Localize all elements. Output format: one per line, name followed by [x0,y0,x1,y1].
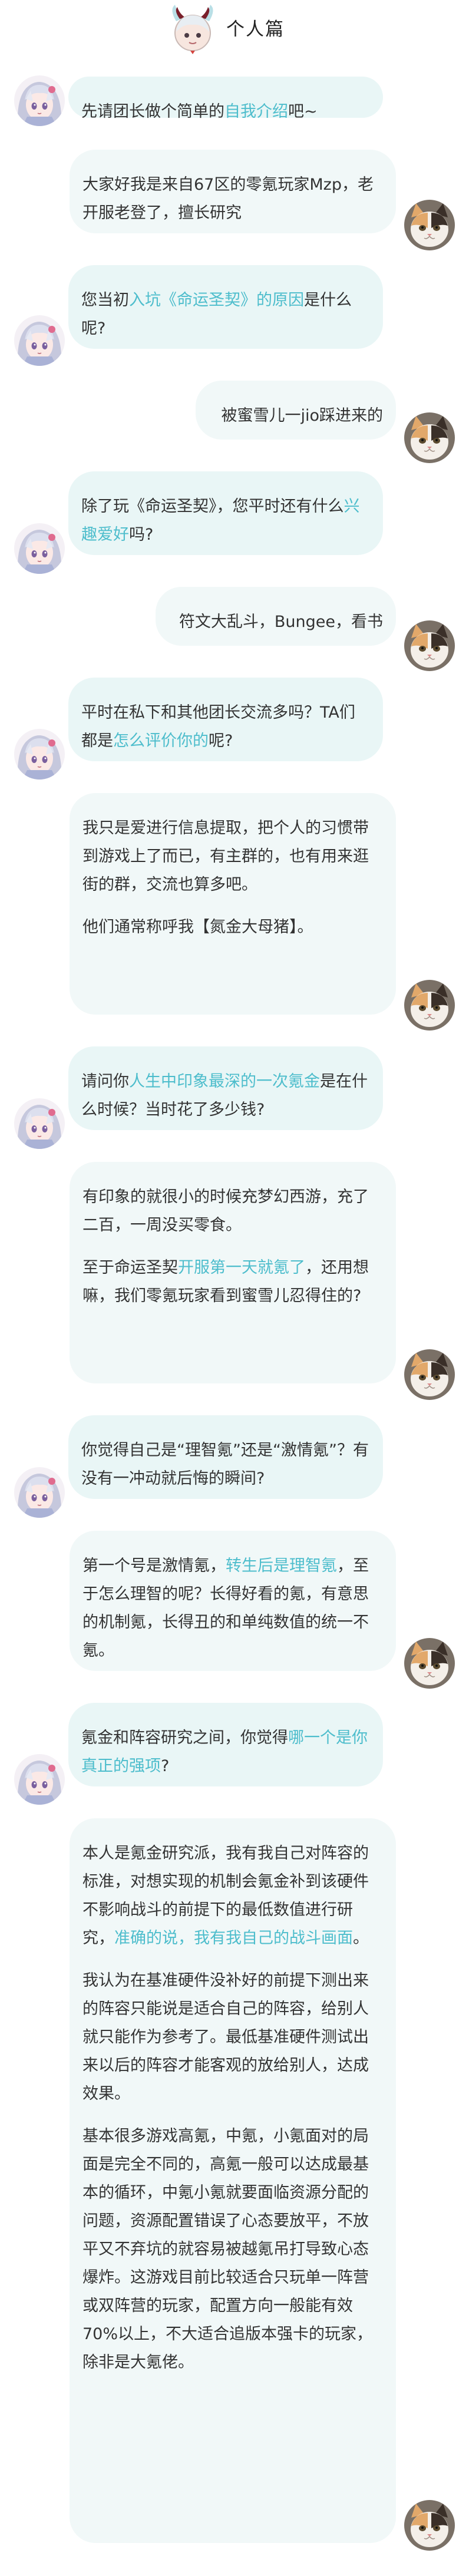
message-paragraph: 基本很多游戏高氪，中氪，小氪面对的局面是完全不同的，高氪一般可以达成最基本的循环… [82,2122,383,2377]
respondent-message: 本人是氪金研究派，我有我自己对阵容的标准，对想实现的机制会氪金补到该硬件不影响战… [70,1818,396,2543]
message-text: 。 [353,1929,369,1947]
message-paragraph: 你觉得自己是“理智氪”还是“激情氪”？有没有一冲动就后悔的瞬间? [81,1436,370,1493]
message-text: 被蜜雪儿一jio踩进来的 [221,407,383,425]
message-paragraph: 至于命运圣契开服第一天就氪了，还用想嘛，我们零氪玩家看到蜜雪儿忍得住的? [82,1254,383,1310]
respondent-message: 有印象的就很小的时候充梦幻西游，充了二百，一周没买零食。至于命运圣契开服第一天就… [70,1162,396,1383]
message-paragraph: 您当初入坑《命运圣契》的原因是什么呢? [81,286,370,343]
highlighted-text: 入坑《命运圣契》的原因 [129,291,304,309]
respondent-avatar [404,200,455,250]
respondent-message: 第一个号是激情氪，转生后是理智氪，至于怎么理智的呢？长得好看的氪，有意思的机制氪… [70,1531,396,1671]
respondent-message: 我只是爱进行信息提取，把个人的习惯带到游戏上了而已，有主群的，也有用来逛街的群，… [70,793,396,1015]
highlighted-text: 准确的说，我有我自己的战斗画面 [114,1929,353,1947]
interviewer-avatar [14,315,65,366]
respondent-avatar [404,2500,455,2551]
interviewer-message: 先请团长做个简单的自我介绍吧~ [68,77,383,121]
message-text: 吗? [129,526,154,544]
interviewer-avatar [14,75,65,126]
interviewer-message: 平时在私下和其他团长交流多吗？TA们都是怎么评价你的呢? [68,678,383,761]
respondent-avatar [404,1349,455,1400]
message-text: 吧~ [288,103,318,121]
message-paragraph: 氪金和阵容研究之间，你觉得哪一个是你真正的强项? [81,1724,370,1781]
message-text: 基本很多游戏高氪，中氪，小氪面对的局面是完全不同的，高氪一般可以达成最基本的循环… [82,2127,373,2372]
message-text: 你觉得自己是“理智氪”还是“激情氪”？有没有一冲动就后悔的瞬间? [81,1441,369,1488]
respondent-message: 大家好我是来自67区的零氪玩家Mzp，老开服老登了，擅长研究 [70,150,396,233]
message-paragraph: 被蜜雪儿一jio踩进来的 [209,402,383,430]
interviewer-avatar [14,729,65,780]
message-text: 请问你 [81,1072,129,1091]
respondent-message: 被蜜雪儿一jio踩进来的 [196,381,396,440]
interviewer-message: 你觉得自己是“理智氪”还是“激情氪”？有没有一冲动就后悔的瞬间? [68,1415,383,1499]
highlighted-text: 开服第一天就氪了 [178,1259,305,1277]
message-paragraph: 请问你人生中印象最深的一次氪金是在什么时候？当时花了多少钱? [81,1068,370,1124]
page-title: 个人篇 [226,19,285,40]
message-text: 至于命运圣契 [82,1259,178,1277]
message-paragraph: 第一个号是激情氪，转生后是理智氪，至于怎么理智的呢？长得好看的氪，有意思的机制氪… [82,1552,383,1665]
interviewer-avatar [14,1754,65,1805]
message-paragraph: 平时在私下和其他团长交流多吗？TA们都是怎么评价你的呢? [81,699,370,755]
message-paragraph: 除了玩《命运圣契》，您平时还有什么兴趣爱好吗? [81,493,370,549]
message-text: 大家好我是来自67区的零氪玩家Mzp，老开服老登了，擅长研究 [82,176,374,222]
message-text: 除了玩《命运圣契》，您平时还有什么 [81,497,344,516]
message-text: 他们通常称呼我【氮金大母猪】。 [82,918,313,936]
interviewer-avatar [14,523,65,574]
highlighted-text: 自我介绍 [224,103,288,121]
message-text: 呢? [209,732,233,750]
interviewer-message: 除了玩《命运圣契》，您平时还有什么兴趣爱好吗? [68,471,383,555]
interviewer-avatar [14,1098,65,1149]
message-paragraph: 他们通常称呼我【氮金大母猪】。 [82,913,383,942]
message-text: 第一个号是激情氪， [82,1557,226,1575]
message-text: 先请团长做个简单的 [81,103,224,121]
message-paragraph: 我只是爱进行信息提取，把个人的习惯带到游戏上了而已，有主群的，也有用来逛街的群，… [82,814,383,899]
message-text: 有印象的就很小的时候充梦幻西游，充了二百，一周没买零食。 [82,1188,369,1234]
interviewer-avatar [14,1467,65,1518]
message-text: 我只是爱进行信息提取，把个人的习惯带到游戏上了而已，有主群的，也有用来逛街的群，… [82,819,369,894]
message-paragraph: 本人是氪金研究派，我有我自己对阵容的标准，对想实现的机制会氪金补到该硬件不影响战… [82,1839,383,1953]
highlighted-text: 人生中印象最深的一次氪金 [129,1072,320,1091]
respondent-avatar [404,980,455,1031]
message-text: 氪金和阵容研究之间，你觉得 [81,1729,288,1747]
respondent-avatar [404,620,455,671]
respondent-avatar [404,412,455,463]
highlighted-text: 转生后是理智氪 [226,1557,337,1575]
message-text: 符文大乱斗，Bungee，看书 [179,613,383,631]
message-text: ? [161,1757,170,1775]
highlighted-text: 怎么评价你的 [113,732,209,750]
respondent-avatar [404,1638,455,1689]
interviewer-message: 您当初入坑《命运圣契》的原因是什么呢? [68,265,383,349]
message-paragraph: 先请团长做个简单的自我介绍吧~ [81,98,370,126]
interviewer-message: 请问你人生中印象最深的一次氪金是在什么时候？当时花了多少钱? [68,1046,383,1130]
message-paragraph: 有印象的就很小的时候充梦幻西游，充了二百，一周没买零食。 [82,1183,383,1240]
message-paragraph: 我认为在基准硬件没补好的前提下测出来的阵容只能说是适合自己的阵容，给别人就只能作… [82,1967,383,2108]
message-text: 您当初 [81,291,129,309]
message-paragraph: 大家好我是来自67区的零氪玩家Mzp，老开服老登了，擅长研究 [82,171,383,227]
page-header: 个人篇 [0,0,469,59]
interviewer-message: 氪金和阵容研究之间，你觉得哪一个是你真正的强项? [68,1703,383,1786]
horned-mascot-icon [167,4,219,55]
respondent-message: 符文大乱斗，Bungee，看书 [156,587,396,646]
message-text: 我认为在基准硬件没补好的前提下测出来的阵容只能说是适合自己的阵容，给别人就只能作… [82,1971,369,2103]
message-paragraph: 符文大乱斗，Bungee，看书 [169,608,383,636]
